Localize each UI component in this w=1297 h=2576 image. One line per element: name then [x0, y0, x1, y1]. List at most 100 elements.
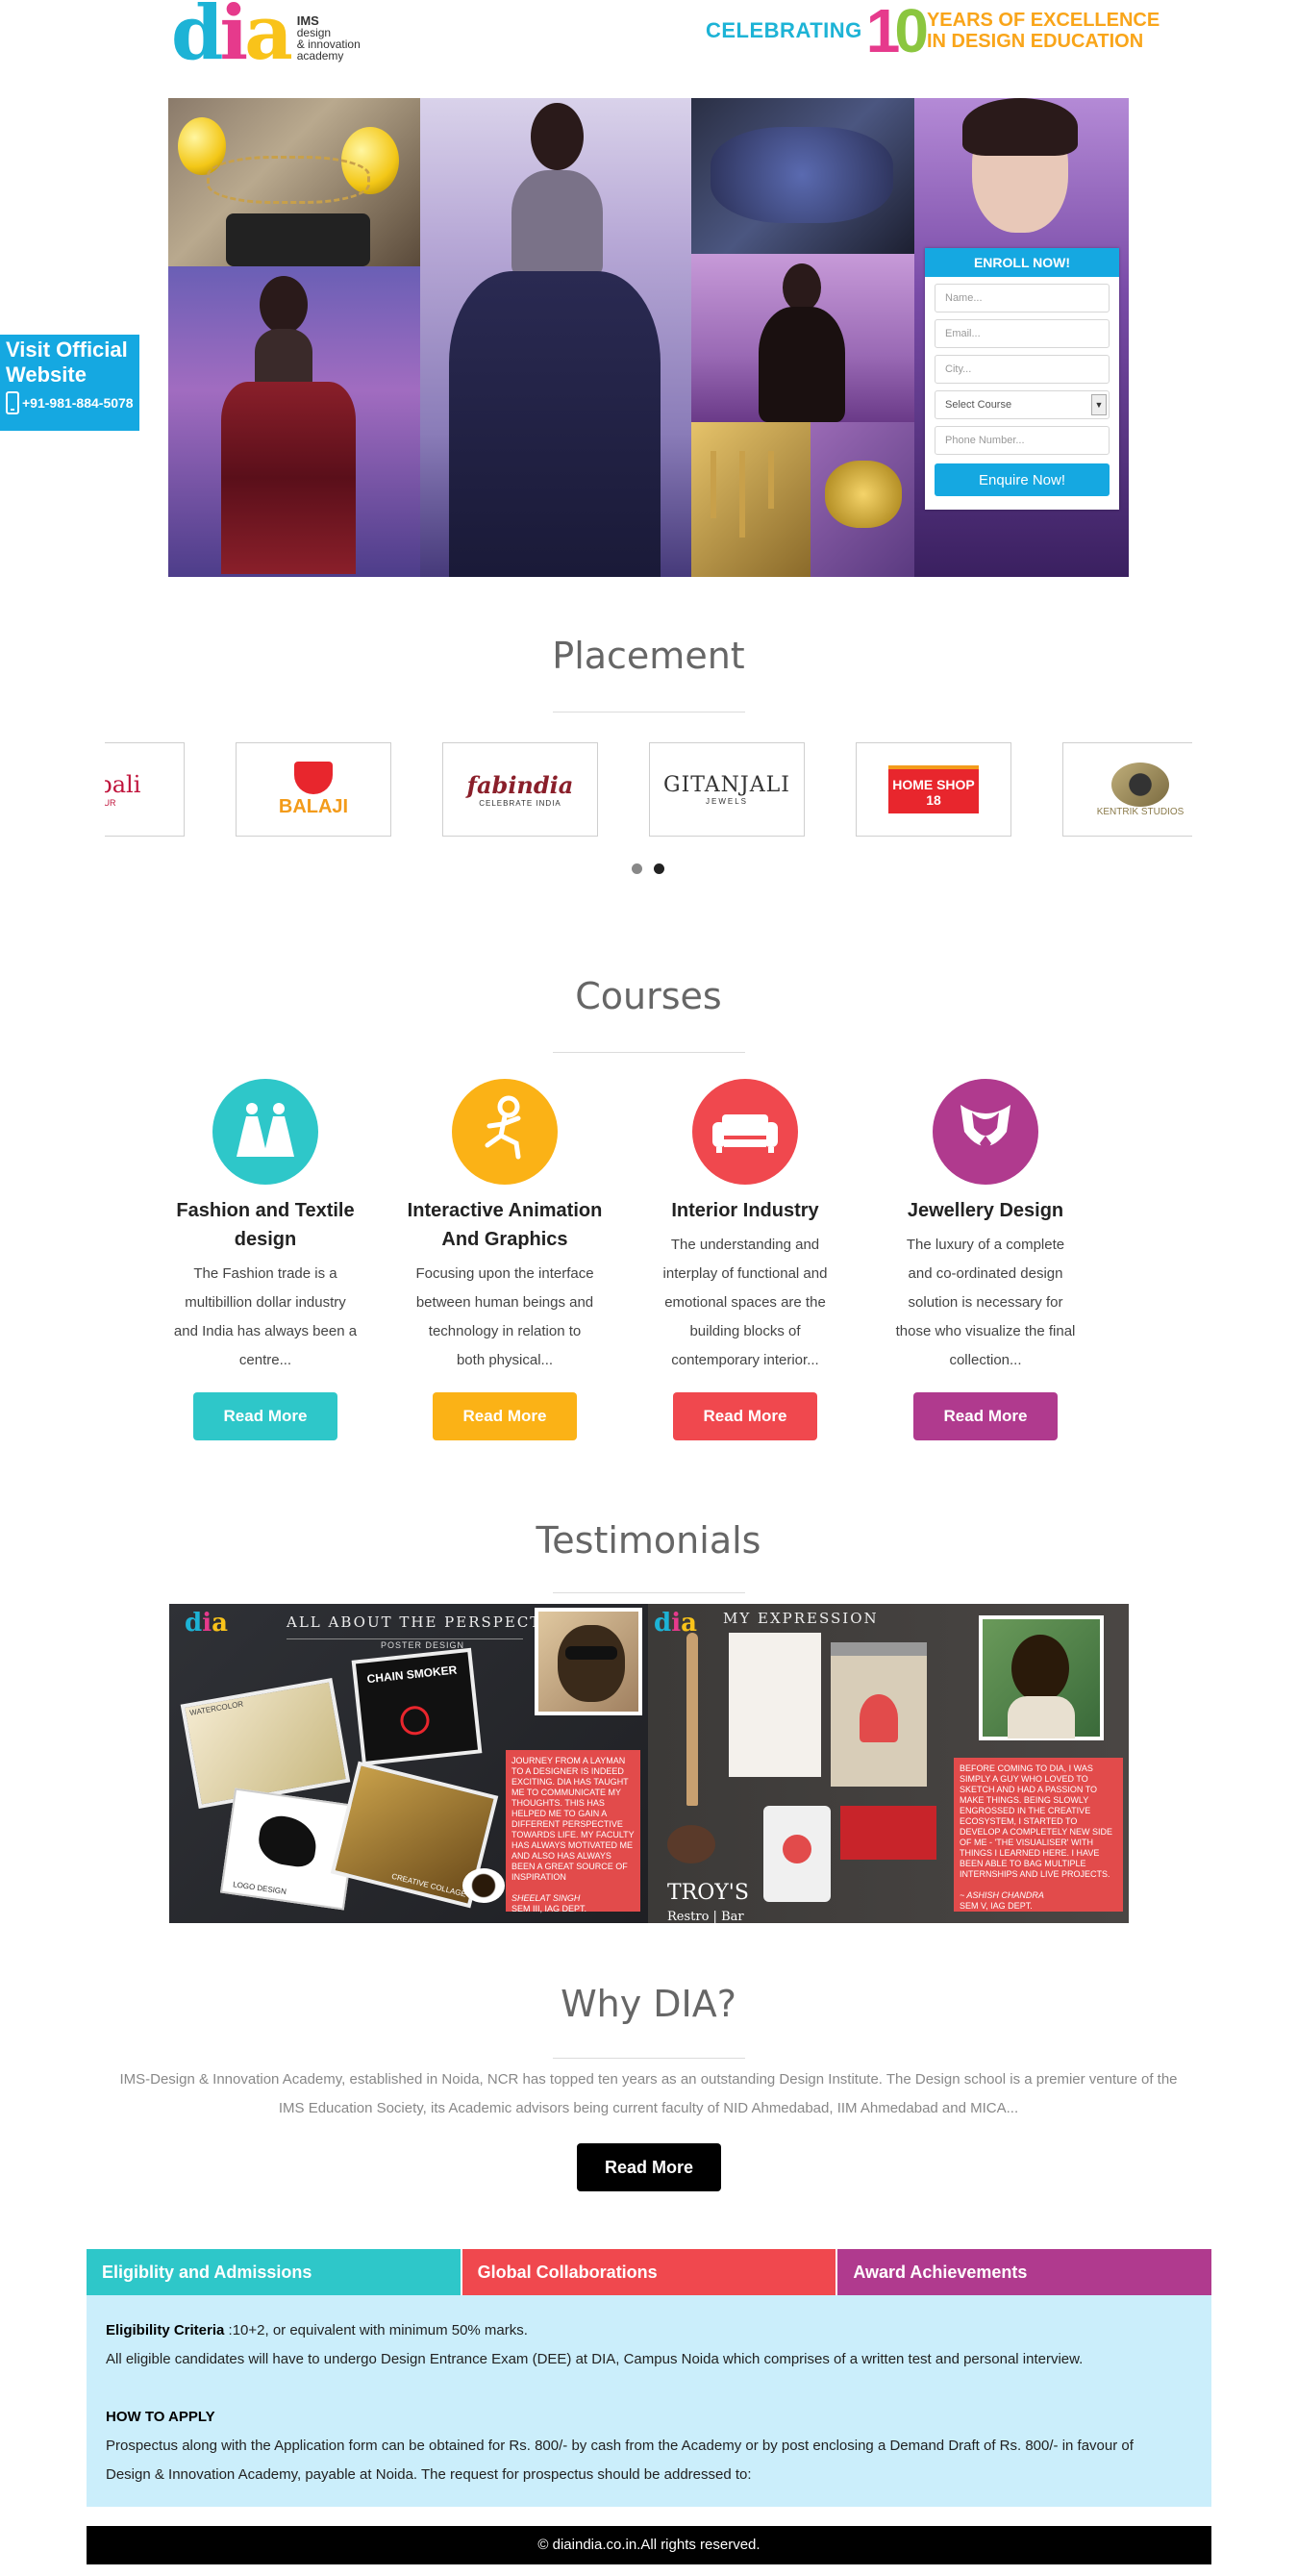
jewellery-read-more-button[interactable]: Read More: [913, 1392, 1058, 1440]
anniversary-tagline: CELEBRATING 10 YEARS OF EXCELLENCE IN DE…: [706, 0, 1160, 65]
watercolor-thumb: WATERCOLOR: [180, 1677, 351, 1810]
right-testimonial-quote: BEFORE COMING TO DIA, I WAS SIMPLY A GUY…: [954, 1758, 1123, 1912]
course-card-interior: Interior Industry The understanding and …: [635, 1079, 856, 1375]
info-tabs: Eligiblity and Admissions Global Collabo…: [87, 2249, 1212, 2295]
eligibility-exam-text: All eligible candidates will have to und…: [106, 2351, 1084, 2367]
course-card-fashion: Fashion and Textile design The Fashion tr…: [155, 1079, 376, 1375]
tagline-years: YEARS OF EXCELLENCE IN DESIGN EDUCATION: [926, 10, 1160, 52]
tab-award-achievements[interactable]: Award Achievements: [837, 2249, 1212, 2295]
left-heading: ALL ABOUT THE PERSPECTIVE: [287, 1613, 575, 1631]
student-photo-right: [979, 1615, 1104, 1740]
logo-text: IMS design & innovation academy: [296, 13, 361, 63]
tab-global-collaborations[interactable]: Global Collaborations: [461, 2249, 838, 2295]
phone-icon: [6, 391, 19, 414]
footer-copyright: © diaindia.co.in.All rights reserved.: [87, 2526, 1211, 2564]
runway-photo-1: [168, 266, 420, 577]
right-heading: MY EXPRESSION: [723, 1610, 879, 1627]
courses-title: Courses: [575, 975, 722, 1017]
runway-photo-2: [420, 98, 691, 577]
student-photo-left: [535, 1608, 642, 1715]
cookie-graphic: [667, 1825, 715, 1863]
gold-jewel-photo: [811, 422, 914, 577]
name-field[interactable]: Name...: [935, 284, 1110, 313]
course-description: The luxury of a complete and co-ordinate…: [895, 1237, 1076, 1368]
left-testimonial-quote: JOURNEY FROM A LAYMAN TO A DESIGNER IS I…: [506, 1750, 640, 1913]
jewellery-photo: [168, 98, 420, 266]
course-title: Interior Industry: [671, 1200, 819, 1221]
tab-content-eligibility: Eligibility Criteria :10+2, or equivalen…: [87, 2295, 1211, 2507]
city-field[interactable]: City...: [935, 355, 1110, 384]
carousel-dots: [632, 863, 664, 874]
business-card-graphic: [840, 1806, 936, 1860]
course-title: Interactive Animation And Graphics: [407, 1200, 603, 1250]
enroll-form: ENROLL NOW! Name... Email... City... Sel…: [925, 248, 1119, 510]
how-to-apply-heading: HOW TO APPLY: [106, 2409, 215, 2425]
phone-field[interactable]: Phone Number...: [935, 426, 1110, 455]
enquire-button[interactable]: Enquire Now!: [935, 463, 1110, 496]
course-select[interactable]: Select Course ▼: [935, 390, 1110, 419]
brand-logo[interactable]: rapali PUR: [105, 742, 185, 837]
placement-divider: [553, 712, 745, 713]
necklace-icon: [933, 1079, 1038, 1185]
course-description: The Fashion trade is a multibillion doll…: [173, 1265, 358, 1368]
bottle-graphic: [763, 1806, 831, 1902]
dia-mini-logo: dia: [654, 1609, 697, 1638]
course-title: Fashion and Textile design: [176, 1200, 355, 1250]
why-dia-read-more-button[interactable]: Read More: [577, 2143, 721, 2191]
sofa-icon: [692, 1079, 798, 1185]
badge-phone: +91-981-884-5078: [6, 391, 139, 414]
course-description: The understanding and interplay of funct…: [662, 1237, 828, 1368]
site-logo[interactable]: dia IMS design & innovation academy: [171, 0, 361, 77]
brand-logo[interactable]: KENTRIK STUDIOS: [1062, 742, 1192, 837]
brand-logo[interactable]: BALAJI: [236, 742, 391, 837]
carousel-dot[interactable]: [632, 863, 642, 874]
clipboard-thumb: [831, 1642, 927, 1787]
visit-website-badge[interactable]: Visit Official Website +91-981-884-5078: [0, 335, 139, 431]
coffee-cup: [462, 1868, 505, 1903]
email-field[interactable]: Email...: [935, 319, 1110, 348]
course-description: Focusing upon the interface between huma…: [415, 1265, 594, 1368]
earrings-photo: [691, 422, 811, 577]
enroll-title: ENROLL NOW!: [925, 248, 1119, 277]
dia-mini-logo: dia: [185, 1609, 228, 1638]
why-dia-title: Why DIA?: [561, 1983, 736, 2025]
letterhead-thumb: [729, 1633, 821, 1777]
how-to-apply-text: Prospectus along with the Application fo…: [106, 2438, 1134, 2483]
brand-logo[interactable]: fabindia CELEBRATE INDIA: [442, 742, 598, 837]
badge-title: Visit Official Website: [6, 338, 128, 387]
eligibility-criteria: Eligibility Criteria :10+2, or equivalen…: [106, 2322, 528, 2338]
course-title: Jewellery Design: [907, 1200, 1064, 1221]
chevron-down-icon: ▼: [1091, 394, 1107, 415]
course-card-jewellery: Jewellery Design The luxury of a complet…: [875, 1079, 1096, 1375]
running-figure-icon: [452, 1079, 558, 1185]
testimonial-right: dia MY EXPRESSION TROY'S Restro | Bar BE…: [648, 1604, 1129, 1923]
troys-logo: TROY'S Restro | Bar: [667, 1881, 749, 1924]
animation-read-more-button[interactable]: Read More: [433, 1392, 577, 1440]
testimonials-title: Testimonials: [536, 1519, 761, 1562]
tagline-celebrating: CELEBRATING: [706, 18, 862, 42]
tab-eligibility[interactable]: Eligiblity and Admissions: [87, 2249, 462, 2295]
logo-mark: dia: [171, 0, 293, 77]
fashion-read-more-button[interactable]: Read More: [193, 1392, 337, 1440]
interior-read-more-button[interactable]: Read More: [673, 1392, 817, 1440]
testimonials-divider: [553, 1592, 745, 1593]
placement-carousel[interactable]: rapali PUR BALAJI fabindia CELEBRATE IND…: [105, 742, 1192, 837]
testimonials-banner[interactable]: dia ALL ABOUT THE PERSPECTIVE POSTER DES…: [169, 1604, 1129, 1923]
stone-photo: [691, 98, 914, 254]
course-card-animation: Interactive Animation And Graphics Focusi…: [394, 1079, 615, 1375]
brand-logo[interactable]: GITANJALI JEWELS: [649, 742, 805, 837]
balaji-emblem: [294, 761, 333, 794]
why-dia-description: IMS-Design & Innovation Academy, establi…: [119, 2071, 1178, 2116]
carousel-dot-active[interactable]: [654, 863, 664, 874]
placement-title: Placement: [552, 635, 745, 677]
black-dress-photo: [691, 254, 914, 422]
why-dia-divider: [553, 2058, 745, 2059]
tagline-number: 10: [865, 0, 929, 65]
courses-divider: [553, 1052, 745, 1053]
brand-logo[interactable]: HOME SHOP 18: [856, 742, 1011, 837]
course-select-value: Select Course: [945, 399, 1012, 411]
testimonial-left: dia ALL ABOUT THE PERSPECTIVE POSTER DES…: [169, 1604, 648, 1923]
spoon-graphic: [686, 1633, 698, 1806]
poster-thumb: CHAIN SMOKER: [351, 1647, 483, 1766]
dress-icon: [212, 1079, 318, 1185]
